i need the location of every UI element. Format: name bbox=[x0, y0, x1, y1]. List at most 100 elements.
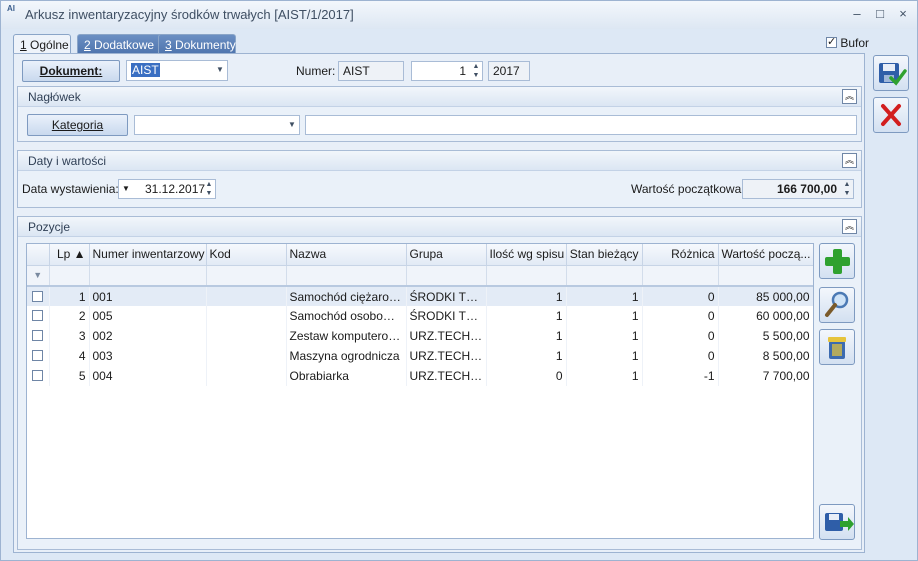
filter-icon[interactable]: ▼ bbox=[27, 265, 50, 287]
preview-button[interactable] bbox=[819, 287, 855, 323]
collapse-up-icon[interactable]: ︽ bbox=[842, 219, 857, 234]
filter-cell[interactable] bbox=[286, 265, 407, 287]
bufor-check-box[interactable] bbox=[826, 35, 837, 48]
cell-lp: 5 bbox=[49, 366, 90, 386]
col-select[interactable] bbox=[27, 244, 50, 266]
filter-cell[interactable] bbox=[89, 265, 207, 287]
col-lp[interactable]: Lp ▲ bbox=[49, 244, 90, 266]
table-row[interactable]: 2 005 Samochód osobowy ... ŚRODKI TR... … bbox=[27, 306, 813, 326]
spin-arrows-icon[interactable]: ▲ ▼ bbox=[470, 62, 482, 80]
col-grupa[interactable]: Grupa bbox=[406, 244, 487, 266]
cell-grupa: URZ.TECH.I... bbox=[406, 346, 487, 366]
main-window: AI Arkusz inwentaryzacyjny środków trwał… bbox=[0, 0, 918, 561]
cell-stan: 1 bbox=[566, 366, 643, 386]
cell-lp: 4 bbox=[49, 346, 90, 366]
cell-kod bbox=[206, 286, 287, 306]
cell-wartosc: 7 700,00 bbox=[718, 366, 813, 386]
cell-stan: 1 bbox=[566, 346, 643, 366]
filter-cell[interactable] bbox=[49, 265, 90, 287]
cell-nazwa: Obrabiarka bbox=[286, 366, 407, 386]
kategoria-button[interactable]: Kategoria bbox=[27, 114, 128, 136]
row-checkbox[interactable] bbox=[27, 366, 50, 386]
row-checkbox[interactable] bbox=[27, 346, 50, 366]
chevron-down-icon[interactable]: ▼ bbox=[122, 180, 130, 198]
filter-row[interactable]: ▼ bbox=[27, 265, 813, 287]
collapse-up-icon[interactable]: ︽ bbox=[842, 153, 857, 168]
app-icon: AI bbox=[7, 4, 15, 13]
cancel-button[interactable] bbox=[873, 97, 909, 133]
save-icon bbox=[879, 63, 907, 86]
filter-cell[interactable] bbox=[718, 265, 813, 287]
tab-dodatkowe[interactable]: 2 Dodatkowe bbox=[77, 34, 163, 54]
col-wartosc-poczatkowa[interactable]: Wartość począ... bbox=[718, 244, 813, 266]
col-stan-biezacy[interactable]: Stan bieżący bbox=[566, 244, 643, 266]
numer-value-field[interactable]: 1 ▲ ▼ bbox=[411, 61, 483, 81]
chevron-down-icon[interactable]: ▼ bbox=[213, 61, 227, 79]
naglowek-group: Nagłówek ︽ Kategoria ▼ bbox=[17, 86, 862, 142]
kategoria-description-field[interactable] bbox=[305, 115, 857, 135]
data-wystawienia-field[interactable]: ▼ 31.12.2017 ▲ ▼ bbox=[118, 179, 216, 199]
close-window-button[interactable]: × bbox=[893, 5, 913, 23]
cell-wartosc: 5 500,00 bbox=[718, 326, 813, 346]
collapse-up-icon[interactable]: ︽ bbox=[842, 89, 857, 104]
numer-year-field: 2017 bbox=[488, 61, 530, 81]
cell-numer: 003 bbox=[89, 346, 207, 366]
numer-series-field: AIST bbox=[338, 61, 404, 81]
bufor-checkbox[interactable]: Bufor bbox=[826, 35, 869, 50]
minimize-button[interactable]: – bbox=[847, 5, 867, 23]
col-ilosc-wg-spisu[interactable]: Ilość wg spisu bbox=[486, 244, 567, 266]
cell-nazwa: Samochód ciężarowy bbox=[286, 286, 407, 306]
daty-title: Daty i wartości ︽ bbox=[18, 151, 861, 171]
chevron-down-icon[interactable]: ▼ bbox=[285, 116, 299, 134]
trash-icon bbox=[828, 337, 846, 359]
plus-icon bbox=[825, 249, 850, 274]
table-row[interactable]: 1 001 Samochód ciężarowy ŚRODKI TR... 1 … bbox=[27, 286, 813, 306]
cell-kod bbox=[206, 346, 287, 366]
row-checkbox[interactable] bbox=[27, 306, 50, 326]
magnifier-icon bbox=[825, 291, 849, 317]
table-row[interactable]: 5 004 Obrabiarka URZ.TECH.I... 0 1 -1 7 … bbox=[27, 366, 813, 386]
col-roznica[interactable]: Różnica bbox=[642, 244, 719, 266]
filter-cell[interactable] bbox=[642, 265, 719, 287]
numer-label: Numer: bbox=[296, 64, 336, 78]
delete-button[interactable] bbox=[819, 329, 855, 365]
col-kod[interactable]: Kod bbox=[206, 244, 287, 266]
cell-nazwa: Maszyna ogrodnicza bbox=[286, 346, 407, 366]
cell-wartosc: 8 500,00 bbox=[718, 346, 813, 366]
dokument-button[interactable]: Dokument: bbox=[22, 60, 120, 82]
filter-cell[interactable] bbox=[406, 265, 487, 287]
kategoria-select[interactable]: ▼ bbox=[134, 115, 300, 135]
import-button[interactable] bbox=[819, 504, 855, 540]
col-numer-inwentarzowy[interactable]: Numer inwentarzowy bbox=[89, 244, 207, 266]
cell-roznica: 0 bbox=[642, 346, 719, 366]
cell-roznica: 0 bbox=[642, 326, 719, 346]
cell-lp: 2 bbox=[49, 306, 90, 326]
cell-nazwa: Zestaw komputerowy bbox=[286, 326, 407, 346]
filter-cell[interactable] bbox=[206, 265, 287, 287]
tab-ogolne[interactable]: 1 Ogólne bbox=[13, 34, 71, 55]
table-row[interactable]: 3 002 Zestaw komputerowy URZ.TECH.I... 1… bbox=[27, 326, 813, 346]
cell-lp: 3 bbox=[49, 326, 90, 346]
row-checkbox[interactable] bbox=[27, 326, 50, 346]
row-checkbox[interactable] bbox=[27, 286, 50, 306]
daty-group: Daty i wartości ︽ Data wystawienia: ▼ 31… bbox=[17, 150, 862, 208]
maximize-button[interactable]: □ bbox=[870, 5, 890, 23]
col-nazwa[interactable]: Nazwa bbox=[286, 244, 407, 266]
close-icon bbox=[881, 104, 901, 126]
cell-ilosc: 1 bbox=[486, 286, 567, 306]
document-type-select[interactable]: AIST ▼ bbox=[126, 60, 228, 81]
cell-stan: 1 bbox=[566, 306, 643, 326]
spin-arrows-icon[interactable]: ▲ ▼ bbox=[203, 180, 215, 198]
save-button[interactable] bbox=[873, 55, 909, 91]
filter-cell[interactable] bbox=[566, 265, 643, 287]
pozycje-grid[interactable]: Lp ▲ Numer inwentarzowy Kod Nazwa Grupa … bbox=[26, 243, 814, 539]
add-position-button[interactable] bbox=[819, 243, 855, 279]
cell-numer: 002 bbox=[89, 326, 207, 346]
cell-grupa: ŚRODKI TR... bbox=[406, 286, 487, 306]
cell-ilosc: 1 bbox=[486, 326, 567, 346]
cell-numer: 001 bbox=[89, 286, 207, 306]
ogolne-panel: Dokument: AIST ▼ Numer: AIST 1 ▲ ▼ 2017 N… bbox=[13, 53, 865, 553]
table-row[interactable]: 4 003 Maszyna ogrodnicza URZ.TECH.I... 1… bbox=[27, 346, 813, 366]
filter-cell[interactable] bbox=[486, 265, 567, 287]
tab-dokumenty[interactable]: 3 Dokumenty bbox=[158, 34, 236, 54]
